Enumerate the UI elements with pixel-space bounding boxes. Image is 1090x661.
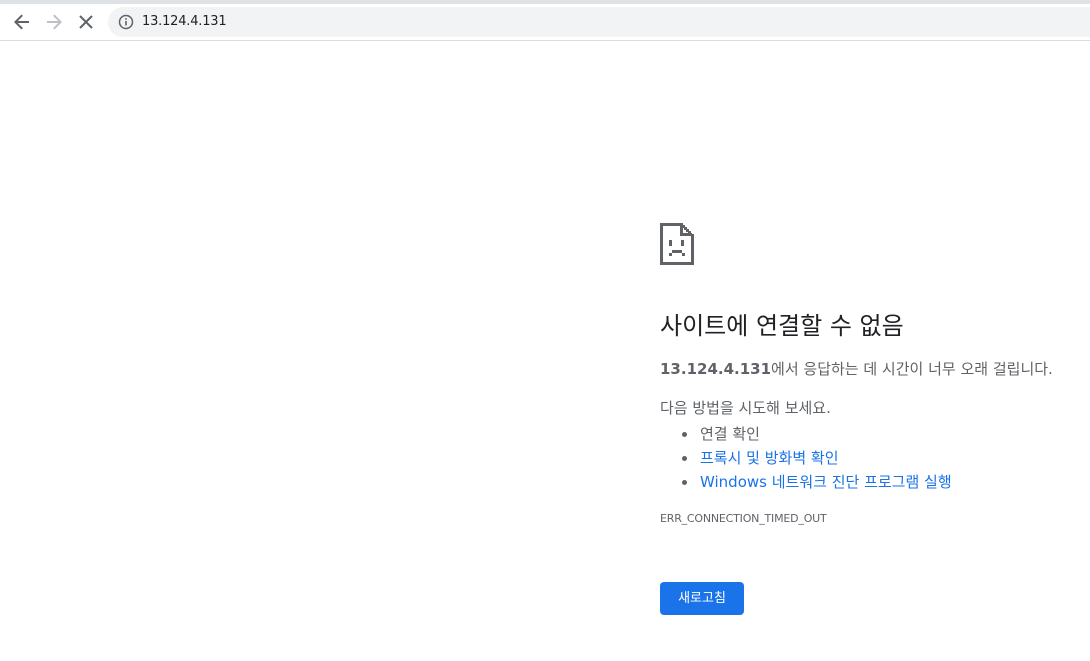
stop-loading-icon bbox=[79, 15, 93, 29]
sad-document-icon bbox=[660, 223, 694, 265]
error-code: ERR_CONNECTION_TIMED_OUT bbox=[660, 512, 827, 525]
forward-button[interactable] bbox=[40, 8, 68, 36]
info-icon[interactable] bbox=[118, 14, 134, 30]
bullet-icon bbox=[682, 432, 687, 437]
bullet-icon bbox=[682, 456, 687, 461]
url-text[interactable]: 13.124.4.131 bbox=[142, 14, 227, 30]
bullet-icon bbox=[682, 480, 687, 485]
back-arrow-icon bbox=[14, 14, 29, 30]
suggestions-intro: 다음 방법을 시도해 보세요. bbox=[660, 399, 831, 417]
suggestion-run-network-diagnostics-link[interactable]: Windows 네트워크 진단 프로그램 실행 bbox=[700, 473, 952, 491]
error-summary: 13.124.4.131에서 응답하는 데 시간이 너무 오래 걸립니다. bbox=[660, 359, 1053, 379]
suggestion-item: Windows 네트워크 진단 프로그램 실행 bbox=[660, 470, 952, 494]
suggestion-check-proxy-firewall-link[interactable]: 프록시 및 방화벽 확인 bbox=[700, 449, 839, 467]
error-headline: 사이트에 연결할 수 없음 bbox=[660, 312, 904, 340]
suggestion-item: 프록시 및 방화벽 확인 bbox=[660, 446, 952, 470]
suggestion-check-connection: 연결 확인 bbox=[700, 425, 760, 443]
stop-loading-button[interactable] bbox=[72, 8, 100, 36]
error-host: 13.124.4.131 bbox=[660, 360, 772, 378]
back-button[interactable] bbox=[8, 8, 36, 36]
error-summary-text: 에서 응답하는 데 시간이 너무 오래 걸립니다. bbox=[771, 360, 1053, 378]
reload-button[interactable]: 새로고침 bbox=[660, 582, 744, 615]
suggestion-item: 연결 확인 bbox=[660, 422, 952, 446]
forward-arrow-icon bbox=[47, 14, 62, 30]
address-bar[interactable]: 13.124.4.131 bbox=[108, 7, 1090, 37]
suggestions-list: 연결 확인 프록시 및 방화벽 확인 Windows 네트워크 진단 프로그램 … bbox=[660, 422, 952, 494]
browser-toolbar: 13.124.4.131 bbox=[0, 4, 1090, 41]
